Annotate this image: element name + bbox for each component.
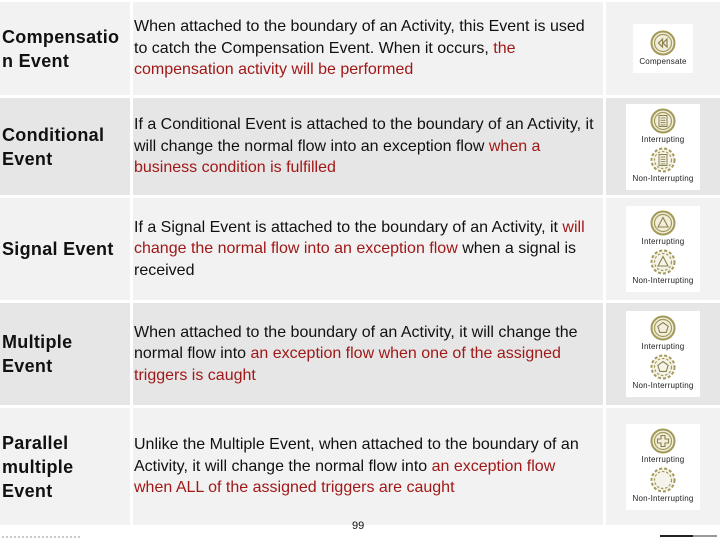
- icon-label: Interrupting: [641, 454, 685, 464]
- event-name: Multiple Event: [0, 303, 130, 405]
- icon-label: Interrupting: [641, 134, 685, 144]
- event-name-line: multiple: [2, 456, 74, 477]
- event-name-line: Multiple: [2, 332, 73, 352]
- icon-label: Non-Interrupting: [632, 381, 694, 390]
- event-table: Compensatio n Event When attached to the…: [0, 2, 720, 528]
- event-name-line: Compensatio: [2, 26, 120, 47]
- description-text: When attached to the boundary of an Acti…: [134, 18, 585, 57]
- event-name-line: n Event: [2, 50, 70, 71]
- icon-card: Interrupting Non-Interrupting: [626, 423, 700, 510]
- event-icon-cell: Interrupting Non-Interrupting: [606, 303, 720, 405]
- page-number: 99: [352, 520, 365, 532]
- icon-label: Interrupting: [641, 342, 685, 351]
- icon-label: Compensate: [639, 57, 687, 66]
- event-name-line: Event: [2, 480, 53, 501]
- description-text: If a Signal Event is attached to the bou…: [134, 218, 563, 236]
- event-description: Unlike the Multiple Event, when attached…: [133, 408, 603, 525]
- event-name-line: Event: [2, 356, 53, 376]
- icon-card: Interrupting Non-Interrupting: [626, 311, 700, 397]
- event-icon-cell: Interrupting Non-Interrupting: [606, 408, 720, 525]
- event-name: Signal Event: [0, 198, 130, 300]
- event-name: Compensatio n Event: [0, 2, 130, 95]
- compensate-icon: [650, 30, 676, 56]
- icon-non-interrupting: Non-Interrupting: [632, 467, 693, 506]
- event-name-line: Conditional: [2, 124, 105, 145]
- icon-compensate: Compensate: [639, 30, 686, 69]
- conditional-interrupting-icon: [650, 108, 676, 133]
- event-description: When attached to the boundary of an Acti…: [133, 2, 603, 95]
- icon-interrupting: Interrupting: [642, 210, 685, 249]
- icon-label: Non-Interrupting: [632, 276, 694, 285]
- event-name-line: Parallel: [2, 432, 69, 453]
- multiple-interrupting-icon: [650, 315, 676, 341]
- icon-interrupting: Interrupting: [642, 108, 685, 147]
- icon-card: Interrupting Non-Interrupting: [626, 206, 700, 292]
- icon-non-interrupting: Non-Interrupting: [632, 249, 693, 288]
- icon-card: Compensate: [633, 24, 693, 73]
- event-description: If a Conditional Event is attached to th…: [133, 98, 603, 195]
- icon-interrupting: Interrupting: [642, 428, 685, 467]
- table-row-compensation: Compensatio n Event When attached to the…: [0, 2, 720, 95]
- icon-label: Interrupting: [641, 237, 685, 246]
- conditional-non-interrupting-icon: [650, 147, 676, 172]
- event-icon-cell: Interrupting Non-Interrupting: [606, 198, 720, 300]
- event-icon-cell: Interrupting Non-Interrupting: [606, 98, 720, 195]
- event-name: Parallel multiple Event: [0, 408, 130, 525]
- signal-non-interrupting-icon: [650, 249, 676, 275]
- multiple-non-interrupting-icon: [650, 354, 676, 380]
- event-name-line: Signal Event: [2, 239, 114, 259]
- icon-label: Non-Interrupting: [632, 173, 694, 183]
- event-icon-cell: Compensate: [606, 2, 720, 95]
- signal-interrupting-icon: [650, 210, 676, 236]
- footer-decoration: [2, 536, 82, 538]
- event-description: When attached to the boundary of an Acti…: [133, 303, 603, 405]
- icon-non-interrupting: Non-Interrupting: [632, 147, 693, 186]
- icon-interrupting: Interrupting: [642, 315, 685, 354]
- table-row-conditional: Conditional Event If a Conditional Event…: [0, 98, 720, 195]
- event-description: If a Signal Event is attached to the bou…: [133, 198, 603, 300]
- event-name-line: Event: [2, 148, 53, 169]
- parallel-interrupting-icon: [650, 428, 676, 453]
- icon-label: Non-Interrupting: [632, 493, 694, 503]
- event-name: Conditional Event: [0, 98, 130, 195]
- table-row-parallel-multiple: Parallel multiple Event Unlike the Multi…: [0, 408, 720, 525]
- icon-non-interrupting: Non-Interrupting: [632, 354, 693, 393]
- parallel-non-interrupting-icon: [650, 467, 676, 492]
- table-row-signal: Signal Event If a Signal Event is attach…: [0, 198, 720, 300]
- icon-card: Interrupting Non-Interrupting: [626, 103, 700, 190]
- table-row-multiple: Multiple Event When attached to the boun…: [0, 303, 720, 405]
- footer-bar-accent: [693, 535, 717, 537]
